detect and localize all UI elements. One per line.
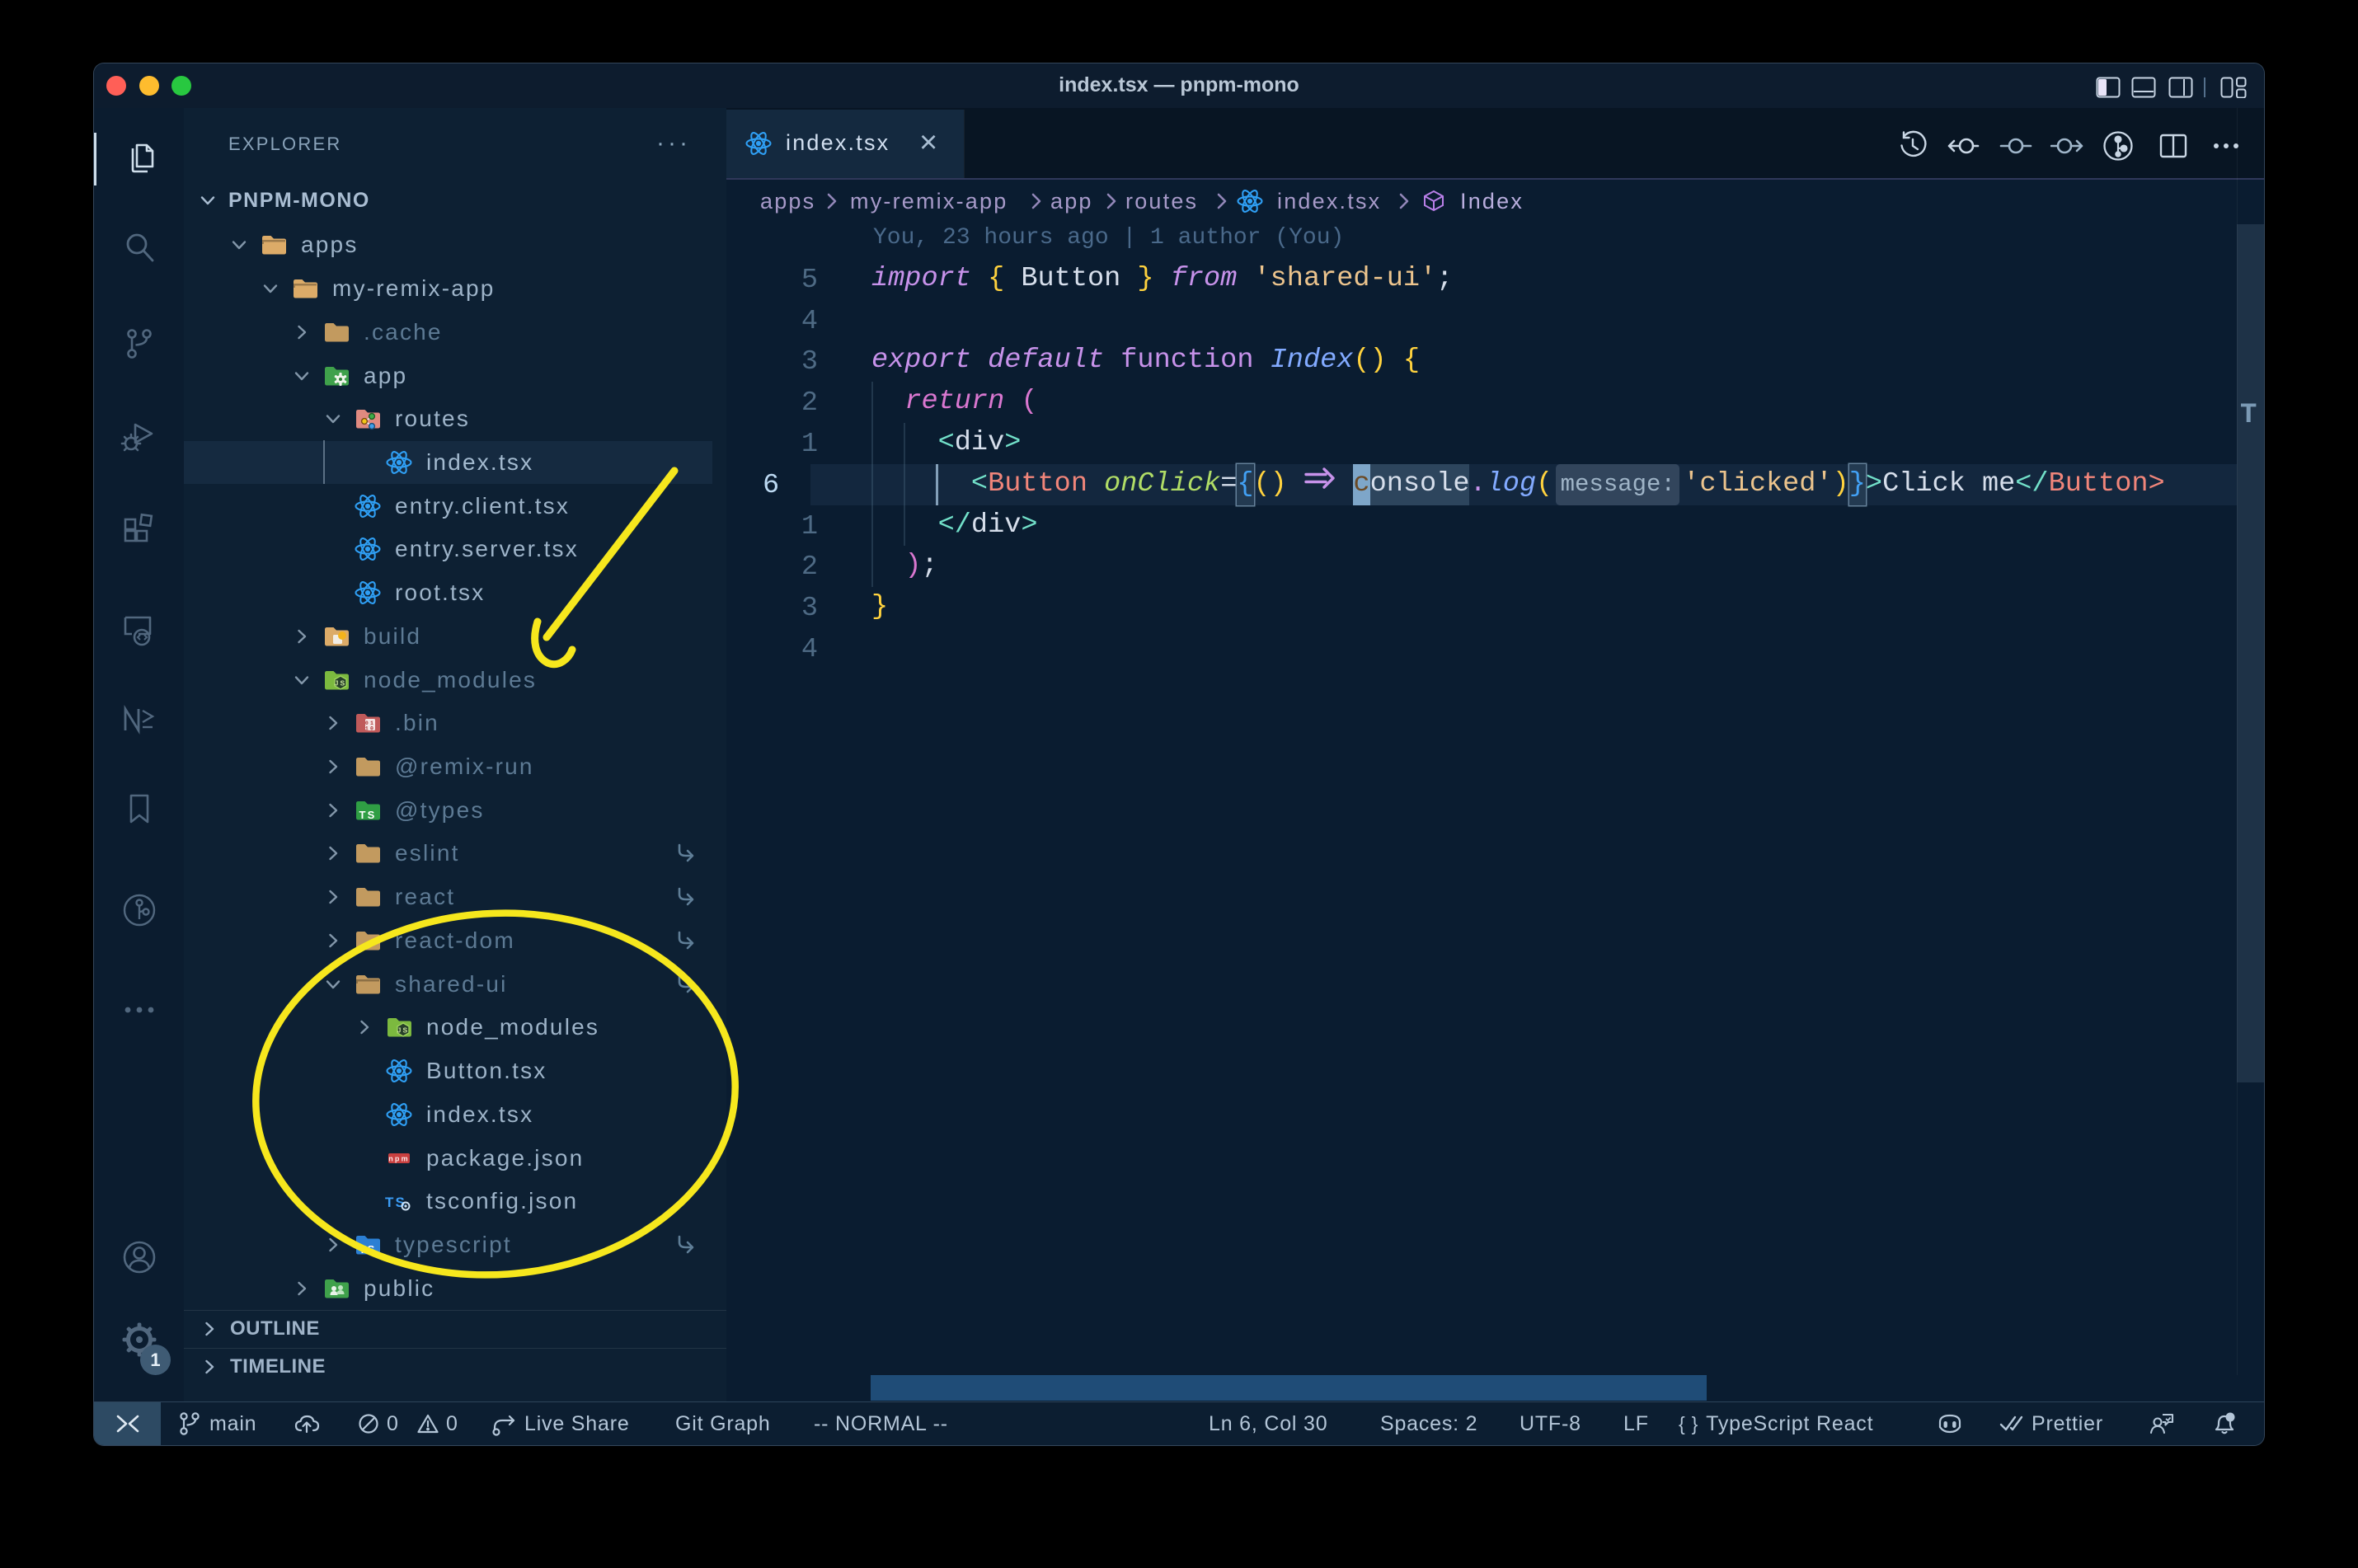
- svg-text:npm: npm: [388, 1154, 410, 1162]
- svg-text:JS: JS: [397, 1026, 410, 1035]
- svg-text:TS: TS: [359, 1243, 376, 1256]
- svg-text:TS: TS: [359, 809, 376, 821]
- svg-text:JS: JS: [335, 678, 347, 687]
- svg-text:10: 10: [365, 726, 375, 732]
